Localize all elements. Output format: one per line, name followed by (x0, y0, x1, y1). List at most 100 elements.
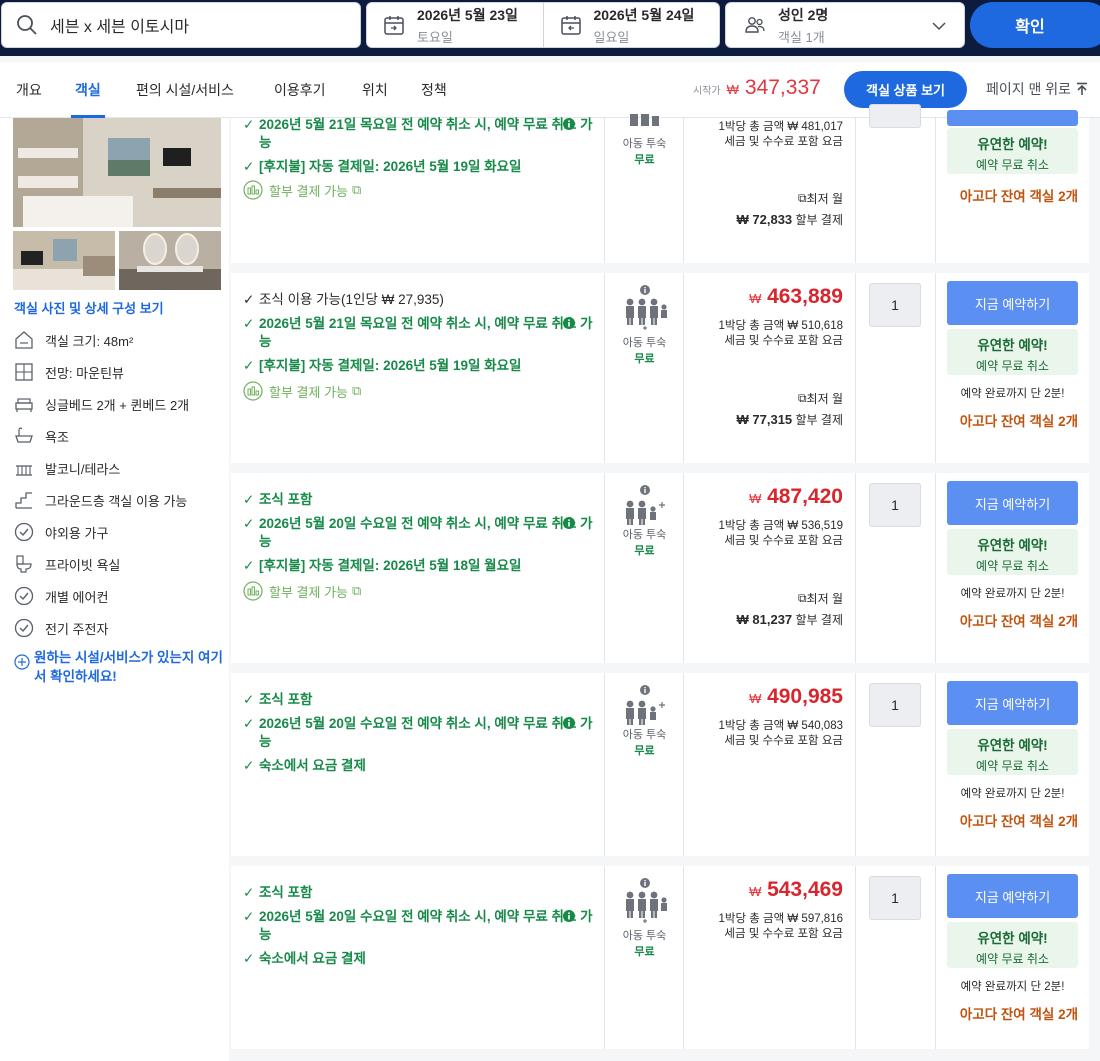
benefit-item: ✓ 조식 포함 (243, 491, 593, 509)
tax-note: 세금 및 수수료 포함 요금 (724, 928, 843, 940)
monthly-amount-value: 72,833 (752, 212, 793, 227)
starting-price-label: 시작가 (693, 86, 721, 97)
info-icon[interactable] (639, 485, 650, 495)
occupancy-cell: 아동 투숙 무료 (605, 273, 684, 463)
info-icon[interactable] (563, 516, 575, 534)
monthly-min-label: 최저 월 (806, 592, 843, 606)
book-now-button[interactable]: 지금 예약하기 (947, 481, 1078, 525)
room-offer-row: ✓ 조식 이용 가능(1인당 ₩ 27,935) ✓ 2026년 5월 21일 … (231, 273, 1089, 463)
feature-label: 그라운드층 객실 이용 가능 (45, 493, 188, 509)
child-free-label: 무료 (634, 946, 655, 958)
check-icon: ✓ (243, 159, 255, 174)
room-details-link[interactable]: 객실 사진 및 상세 구성 보기 (14, 298, 164, 317)
back-to-top-link[interactable]: 페이지 맨 위로 (986, 79, 1089, 99)
room-photo-thumb-2[interactable] (119, 231, 221, 290)
checkout-field[interactable]: 2026년 5월 24일 일요일 (542, 3, 720, 47)
occupancy-field[interactable]: 성인 2명 객실 1개 (725, 2, 965, 48)
room-offer-row: ✓ 2026년 5월 21일 목요일 전 예약 취소 시, 예약 무료 취소 가… (231, 104, 1089, 263)
view-rooms-button[interactable]: 객실 상품 보기 (844, 71, 967, 108)
info-icon[interactable] (563, 316, 575, 334)
people-icon (625, 500, 665, 525)
benefit-item: ✓ [후지불] 자동 결제일: 2026년 5월 19일 화요일 (243, 158, 593, 176)
info-icon[interactable] (639, 685, 650, 695)
room-photo-main[interactable] (13, 118, 221, 227)
benefit-item: ✓ 2026년 5월 21일 목요일 전 예약 취소 시, 예약 무료 취소 가… (243, 315, 593, 351)
quantity-select[interactable]: 1 (869, 683, 921, 727)
book-now-button[interactable] (947, 110, 1078, 126)
feature-label: 개별 에어컨 (45, 589, 109, 605)
rooms-left-notice: 아고다 잔여 객실 2개 (959, 614, 1078, 629)
booking-cell: 지금 예약하기 유연한 예약! 예약 무료 취소 예약 완료까지 단 2분! 아… (936, 673, 1089, 856)
tax-note: 세금 및 수수료 포함 요금 (724, 735, 843, 747)
balcony-icon (16, 465, 32, 476)
rush-notice: 예약 완료까지 단 2분! (960, 981, 1065, 993)
feature-label: 욕조 (45, 429, 69, 445)
feature-ground-floor: 그라운드층 객실 이용 가능 (13, 489, 187, 511)
tab-rooms[interactable]: 객실 (71, 62, 105, 118)
tax-note: 세금 및 수수료 포함 요금 (724, 335, 843, 347)
chevron-down-icon (932, 22, 946, 31)
installment-link[interactable]: 할부 결제 가능 ⧉ (243, 581, 361, 601)
monthly-amount: ₩ 77,315 할부 결제 (736, 412, 844, 427)
offer-price: ₩ 487,420 (749, 485, 843, 509)
info-icon[interactable] (563, 117, 575, 135)
benefit-item: ✓ [후지불] 자동 결제일: 2026년 5월 18일 월요일 (243, 557, 593, 575)
starting-price-value: 347,337 (744, 76, 821, 99)
room-offer-row: ✓ 조식 포함 ✓ 2026년 5월 20일 수요일 전 예약 취소 시, 예약… (231, 866, 1089, 1049)
child-stay-label: 아동 투숙 (622, 729, 667, 741)
currency-symbol: ₩ (726, 82, 739, 97)
quantity-cell: 1 (856, 866, 936, 1049)
occupancy-cell: 아동 투숙 무료 (605, 473, 684, 663)
quantity-select[interactable]: 1 (869, 876, 921, 920)
external-link-icon: ⧉ (797, 391, 807, 405)
installment-link[interactable]: 할부 결제 가능 ⧉ (243, 381, 361, 401)
info-icon[interactable] (563, 909, 575, 927)
flex-title: 유연한 예약! (977, 538, 1048, 553)
date-field[interactable]: 2026년 5월 23일 토요일 2026년 5월 24일 일요일 (366, 2, 720, 48)
occupancy-info: 아동 투숙 무료 (605, 483, 684, 558)
quantity-select[interactable]: 1 (869, 283, 921, 327)
people-icon (625, 891, 667, 923)
quantity-cell: 1 (856, 473, 936, 663)
facility-search-link[interactable]: 원하는 시설/서비스가 있는지 여기서 확인하세요! (14, 648, 224, 686)
installment-suffix: 할부 결제 (795, 213, 844, 227)
occupancy-info: 아동 투숙 무료 (605, 876, 684, 959)
checkin-field[interactable]: 2026년 5월 23일 토요일 (367, 3, 543, 47)
book-now-button[interactable]: 지금 예약하기 (947, 681, 1078, 725)
info-icon[interactable] (639, 285, 650, 295)
benefit-text: [후지불] 자동 결제일: 2026년 5월 18일 월요일 (259, 558, 522, 573)
book-now-button[interactable]: 지금 예약하기 (947, 281, 1078, 325)
feature-outdoor-furniture: 야외용 가구 (13, 521, 108, 543)
destination-field[interactable]: 세븐 x 세븐 이토시마 (1, 2, 361, 48)
guests-text: 성인 2명 (778, 6, 829, 23)
benefit-text: 숙소에서 요금 결제 (259, 951, 366, 966)
feature-label: 프라이빗 욕실 (45, 557, 121, 573)
check-icon: ✓ (243, 516, 255, 531)
quantity-select[interactable] (869, 104, 921, 128)
book-now-button[interactable]: 지금 예약하기 (947, 874, 1078, 918)
price-cell: ₩ 490,985 1박당 총 금액 ₩ 540,083 세금 및 수수료 포함… (684, 673, 856, 856)
installment-link[interactable]: 할부 결제 가능 ⧉ (243, 180, 361, 200)
quantity-select[interactable]: 1 (869, 483, 921, 527)
tab-reviews[interactable]: 이용후기 (274, 62, 326, 118)
feature-bathtub: 욕조 (13, 425, 69, 447)
price-cell: 1박당 총 금액 ₩ 481,017 세금 및 수수료 포함 요금 ⧉ 최저 월… (684, 118, 856, 263)
info-icon[interactable] (563, 716, 575, 734)
monthly-amount-value: 81,237 (752, 612, 793, 627)
check-icon: ✓ (243, 885, 255, 900)
tab-policies[interactable]: 정책 (421, 62, 447, 118)
check-icon: ✓ (243, 909, 255, 924)
benefit-text: [후지불] 자동 결제일: 2026년 5월 19일 화요일 (259, 159, 522, 174)
room-photo-thumb-1[interactable] (13, 231, 115, 290)
check-icon: ✓ (243, 692, 255, 707)
search-bar: 세븐 x 세븐 이토시마 2026년 5월 23일 토요일 2026년 5월 2… (0, 0, 1100, 56)
info-icon[interactable] (639, 878, 650, 888)
flexible-booking-badge: 유연한 예약! 예약 무료 취소 (947, 329, 1078, 375)
price-breakdown: 1박당 총 금액 ₩ 510,618 세금 및 수수료 포함 요금 (718, 319, 843, 349)
tab-location[interactable]: 위치 (362, 62, 388, 118)
feature-label: 발코니/테라스 (45, 461, 121, 477)
rooms-left-notice: 아고다 잔여 객실 2개 (959, 189, 1078, 204)
tab-facilities[interactable]: 편의 시설/서비스 (136, 62, 234, 118)
tab-overview[interactable]: 개요 (16, 62, 42, 118)
confirm-button[interactable]: 확인 (970, 2, 1100, 48)
